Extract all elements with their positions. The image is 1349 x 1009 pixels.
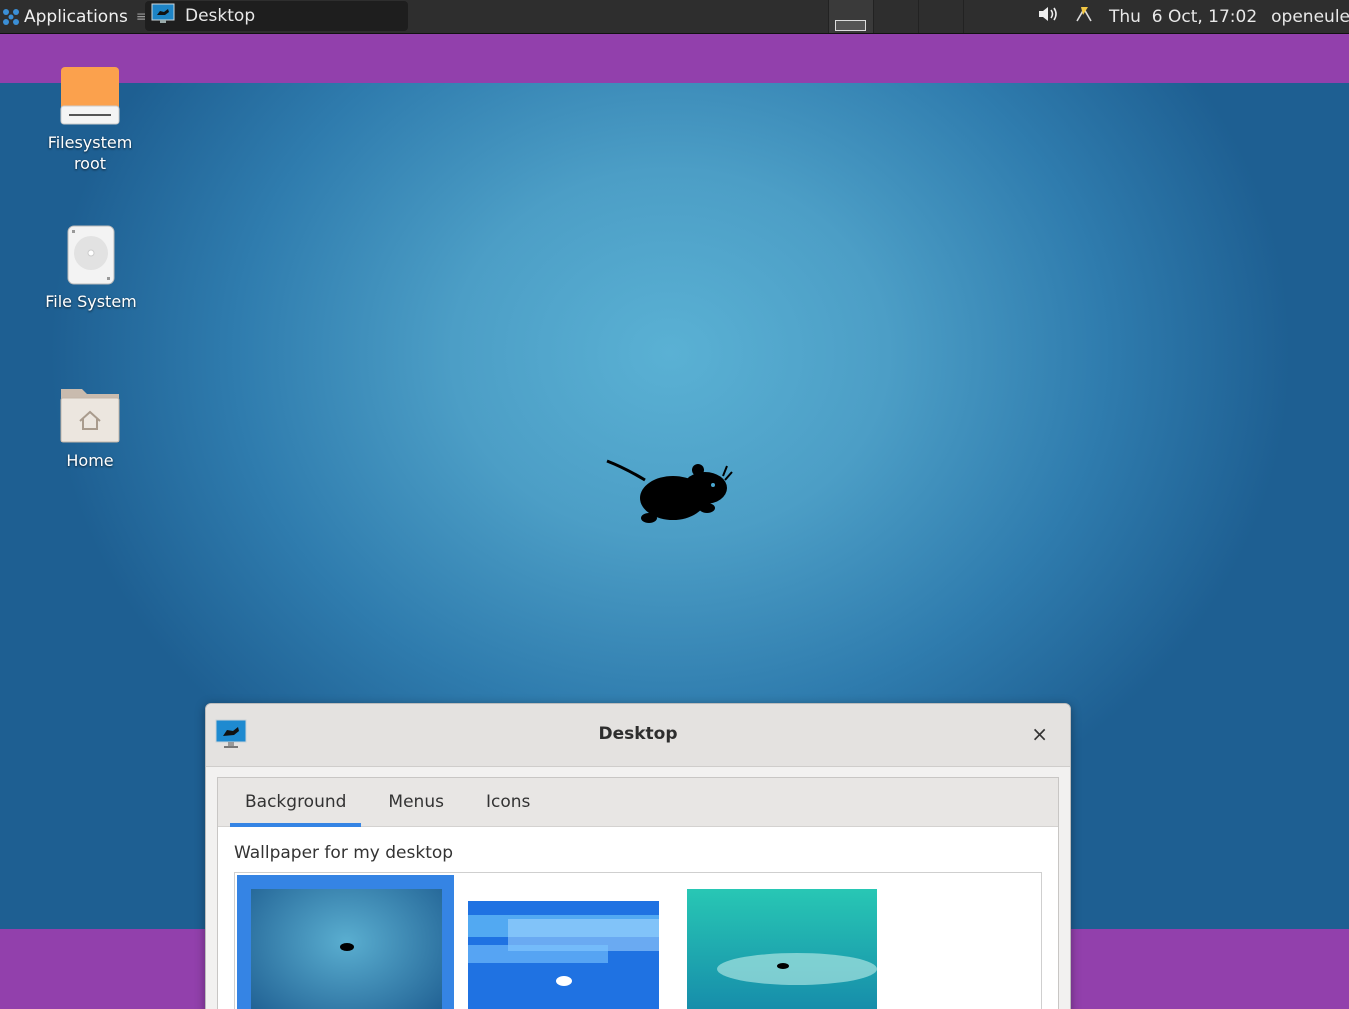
settings-notebook: Background Menus Icons Wallpaper for my … [217,777,1059,1009]
top-panel: Applications ≡ Desktop Thu 6 Oct, 17:02 … [0,0,1349,34]
workspace-2[interactable] [873,0,918,33]
clock[interactable]: Thu 6 Oct, 17:02 [1109,7,1257,27]
desktop-icon-label: Filesystem root [47,133,133,173]
xfce-logo-icon [2,8,20,26]
dialog-title: Desktop [598,724,678,744]
workspace-1[interactable] [828,0,873,33]
user-menu[interactable]: openeuler [1271,7,1349,27]
taskbar-item-label: Desktop [185,6,256,26]
tab-background[interactable]: Background [230,778,362,827]
desktop-icon-label: Home [66,451,114,470]
workspace-4[interactable] [963,0,1008,33]
wallpaper-thumb-selected[interactable] [237,875,454,1009]
desktop-settings-icon [151,3,175,30]
tab-menus[interactable]: Menus [373,778,459,826]
purple-stripe-top [0,34,1349,83]
wallpaper-grid [234,872,1042,1009]
desktop-settings-dialog: Desktop × Background Menus Icons Wallpap… [205,703,1071,1009]
harddisk-icon [61,225,121,285]
applications-menu-button[interactable]: Applications ≡ [2,0,148,33]
drive-icon [60,66,120,126]
tab-bar: Background Menus Icons [218,778,1058,827]
desktop-icon-home[interactable]: Home [30,384,150,471]
desktop-icon-label: File System [45,292,137,311]
taskbar-item-desktop[interactable]: Desktop [145,1,408,31]
applications-label: Applications [24,6,128,27]
panel-tray: Thu 6 Oct, 17:02 openeuler [1037,0,1349,33]
desktop-icon-filesystem-root[interactable]: Filesystem root [30,66,150,174]
wallpaper-thumb-stripes[interactable] [468,901,659,1009]
home-folder-icon [60,384,120,444]
xfce-mouse-logo [605,458,735,532]
wallpaper-section-label: Wallpaper for my desktop [234,843,454,863]
volume-icon[interactable] [1037,5,1059,28]
wallpaper-thumb-teal[interactable] [687,889,877,1009]
network-notification-icon[interactable] [1073,3,1095,30]
close-button[interactable]: × [1031,722,1048,746]
desktop-icon-file-system[interactable]: File System [31,225,151,312]
workspace-3[interactable] [918,0,963,33]
tab-icons[interactable]: Icons [471,778,545,826]
dialog-titlebar[interactable]: Desktop × [206,704,1070,767]
